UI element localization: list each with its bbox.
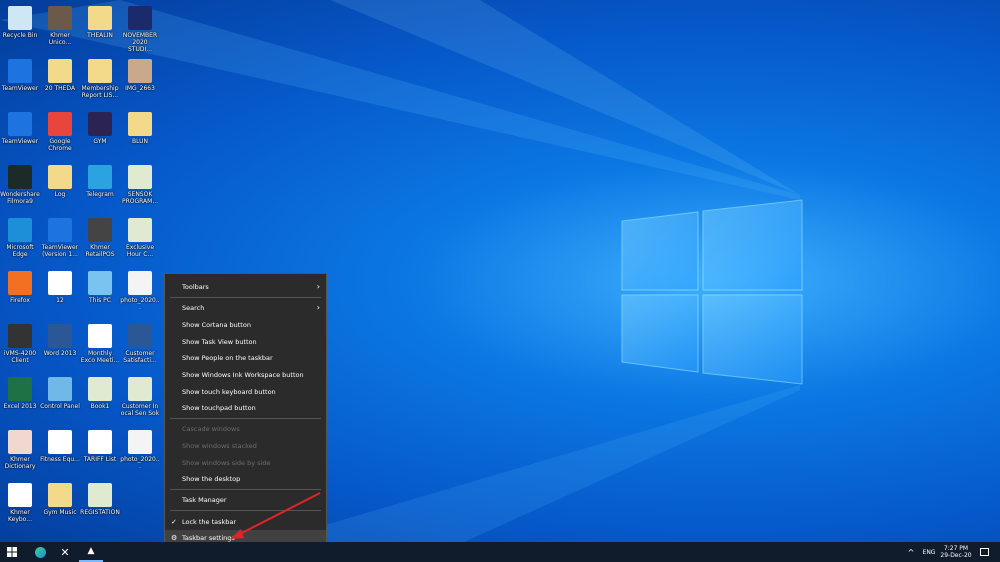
chevron-up-icon: ^: [907, 547, 915, 557]
language-indicator[interactable]: ENG: [919, 542, 939, 562]
action-center-button[interactable]: [975, 542, 993, 562]
clock-time: 7:27 PM: [943, 545, 969, 552]
edge-icon: [34, 546, 46, 558]
retailpos-icon: ✕: [60, 545, 70, 559]
app-icon: ▲: [87, 546, 95, 556]
taskbar-retailpos-button[interactable]: ✕: [53, 542, 77, 562]
clock-date: 29-Dec-20: [940, 552, 972, 559]
notification-icon: [979, 548, 989, 556]
show-hidden-icons-button[interactable]: ^: [904, 542, 918, 562]
taskbar-app-button[interactable]: ▲: [79, 542, 103, 562]
taskbar-edge-button[interactable]: [28, 542, 52, 562]
taskbar: ✕ ▲ ^ ENG 7:27 PM 29-Dec-20: [0, 542, 1000, 562]
windows-start-icon: [7, 547, 17, 557]
start-button[interactable]: [0, 542, 24, 562]
clock[interactable]: 7:27 PM 29-Dec-20: [938, 542, 974, 562]
annotation-arrow: [230, 492, 321, 539]
